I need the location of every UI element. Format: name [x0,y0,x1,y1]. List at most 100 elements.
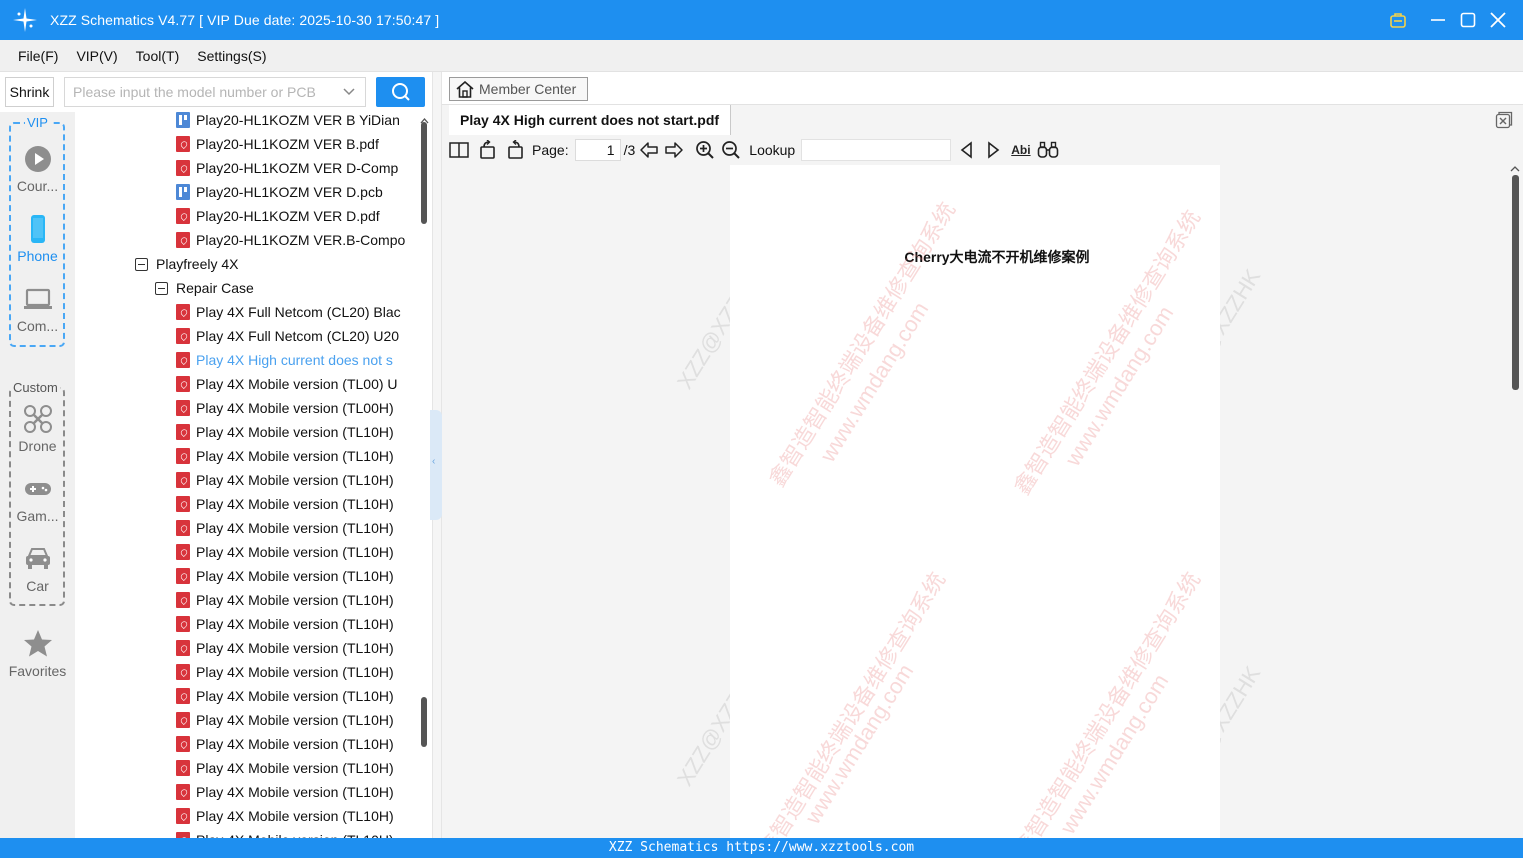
category-label: Com... [16,318,59,334]
search-input[interactable]: Please input the model number or PCB [64,77,366,107]
tree-item[interactable]: Play 4X Mobile version (TL10H) [176,444,417,468]
pdf-file-icon [176,784,190,800]
minimize-button[interactable] [1423,0,1453,40]
find-all-button[interactable] [1037,141,1059,159]
tree-item[interactable]: Play 4X Mobile version (TL10H) [176,564,417,588]
search-row: Shrink Please input the model number or … [0,72,432,112]
prev-page-button[interactable] [639,141,659,159]
car-icon [25,548,50,569]
category-drone[interactable]: Drone [0,404,75,454]
category-car[interactable]: Car [0,544,75,594]
zoom-in-button[interactable] [695,140,715,160]
arrow-right-icon [665,142,684,158]
chevron-down-icon[interactable] [342,85,356,99]
pdf-file-icon [176,640,190,656]
shrink-button[interactable]: Shrink [5,77,54,107]
zoom-out-button[interactable] [721,140,741,160]
tree-item[interactable]: Play 4X Mobile version (TL10H) [176,612,417,636]
menu-tool[interactable]: Tool(T) [128,48,188,64]
close-button[interactable] [1483,0,1513,40]
find-next-button[interactable] [985,141,1001,159]
document-tab-row: Play 4X High current does not start.pdf [442,105,1523,135]
tree-item-label: Play 4X Mobile version (TL10H) [196,664,394,680]
tree-scroll-thumb[interactable] [421,122,427,224]
menu-file[interactable]: File(F) [10,48,66,64]
tree-item[interactable]: Play20-HL1KOZM VER D-Comp [176,156,417,180]
viewer-scrollbar[interactable] [1508,165,1523,838]
tree-item[interactable]: Play 4X Full Netcom (CL20) Blac [176,300,417,324]
category-computer[interactable]: Com... [0,284,75,334]
category-game[interactable]: Gam... [0,474,75,524]
tree-item[interactable]: Play 4X Mobile version (TL00) U [176,372,417,396]
app-logo-icon [13,8,37,32]
tree-item[interactable]: Playfreely 4X [135,252,417,276]
tree-item[interactable]: Play20-HL1KOZM VER.B-Compo [176,228,417,252]
collapse-icon[interactable] [155,281,168,295]
tree-item[interactable]: Play 4X Mobile version (TL10H) [176,420,417,444]
match-case-button[interactable]: Abi [1011,143,1030,157]
rotate-left-button[interactable] [478,140,498,160]
tree-item[interactable]: Repair Case [155,276,417,300]
maximize-button[interactable] [1453,0,1483,40]
pdf-file-icon [176,616,190,632]
tree-item[interactable]: Play 4X Mobile version (TL10H) [176,660,417,684]
tree-item[interactable]: Play20-HL1KOZM VER D.pcb [176,180,417,204]
collapse-icon[interactable] [135,257,148,271]
tree-item[interactable]: Play 4X Mobile version (TL00H) [176,396,417,420]
tree-item[interactable]: Play 4X Mobile version (TL10H) [176,684,417,708]
tree-item[interactable]: Play 4X Mobile version (TL10H) [176,732,417,756]
tree-item-label: Playfreely 4X [156,256,239,272]
toggle-sidebar-button[interactable] [449,141,469,159]
category-favorites[interactable]: Favorites [0,629,75,679]
rotate-right-button[interactable] [505,140,525,160]
watermark-cn: 鑫智造智能终端设备维修查询系统 [1009,567,1206,838]
pdf-viewer[interactable]: XZZ@XZZHK XZZ@XZZHK XZZ@XZZHK XZZ@XZZHK … [442,165,1523,838]
left-panel: Shrink Please input the model number or … [0,72,432,838]
category-label: Favorites [8,663,67,679]
tree-item[interactable]: Play 4X Mobile version (TL10H) [176,468,417,492]
menu-settings[interactable]: Settings(S) [189,48,274,64]
tree-item[interactable]: Play 4X Mobile version (TL10H) [176,828,417,838]
custom-group-label: Custom [11,380,60,396]
tree-item[interactable]: Play20-HL1KOZM VER D.pdf [176,204,417,228]
collapse-panel-tab[interactable]: ‹ [430,410,442,520]
close-all-tabs-icon[interactable] [1495,111,1513,129]
tree-item-label: Play20-HL1KOZM VER D.pdf [196,208,380,224]
category-course[interactable]: Cour... [0,144,75,194]
tree-scroll-thumb-horizontal[interactable] [421,697,427,747]
category-phone[interactable]: Phone [0,214,75,264]
viewer-scroll-thumb[interactable] [1512,175,1519,390]
tree-item[interactable]: Play20-HL1KOZM VER B YiDian [176,112,417,132]
lookup-input[interactable] [801,139,952,161]
tree-item[interactable]: Play 4X Mobile version (TL10H) [176,804,417,828]
pdf-file-icon [176,328,190,344]
page-number-input[interactable]: 1 [574,139,621,161]
search-button[interactable] [376,77,425,107]
document-tab[interactable]: Play 4X High current does not start.pdf [449,105,732,135]
find-prev-button[interactable] [959,141,975,159]
tree-item[interactable]: Play 4X Mobile version (TL10H) [176,708,417,732]
member-center-button[interactable]: Member Center [449,77,588,101]
tree-item[interactable]: Play 4X Mobile version (TL10H) [176,588,417,612]
tree-item[interactable]: Play 4X Mobile version (TL10H) [176,540,417,564]
pdf-file-icon [176,544,190,560]
tree-item-label: Play 4X Mobile version (TL10H) [196,544,394,560]
gamepad-icon [24,483,51,495]
next-page-button[interactable] [664,141,684,159]
search-icon [391,83,410,101]
tree-item[interactable]: Play 4X Mobile version (TL10H) [176,636,417,660]
skin-button[interactable] [1383,0,1413,40]
tree-item[interactable]: Play 4X High current does not s [176,348,417,372]
member-row: Member Center [442,72,1523,105]
scroll-up-icon[interactable] [1510,165,1520,172]
tree-item[interactable]: Play 4X Mobile version (TL10H) [176,492,417,516]
bag-icon [1390,13,1406,28]
tree-item[interactable]: Play20-HL1KOZM VER B.pdf [176,132,417,156]
pdf-file-icon [176,712,190,728]
tree-item[interactable]: Play 4X Mobile version (TL10H) [176,756,417,780]
tree-item[interactable]: Play 4X Full Netcom (CL20) U20 [176,324,417,348]
tree-item-label: Play 4X Full Netcom (CL20) Blac [196,304,401,320]
menu-vip[interactable]: VIP(V) [68,48,125,64]
tree-item[interactable]: Play 4X Mobile version (TL10H) [176,516,417,540]
tree-item[interactable]: Play 4X Mobile version (TL10H) [176,780,417,804]
